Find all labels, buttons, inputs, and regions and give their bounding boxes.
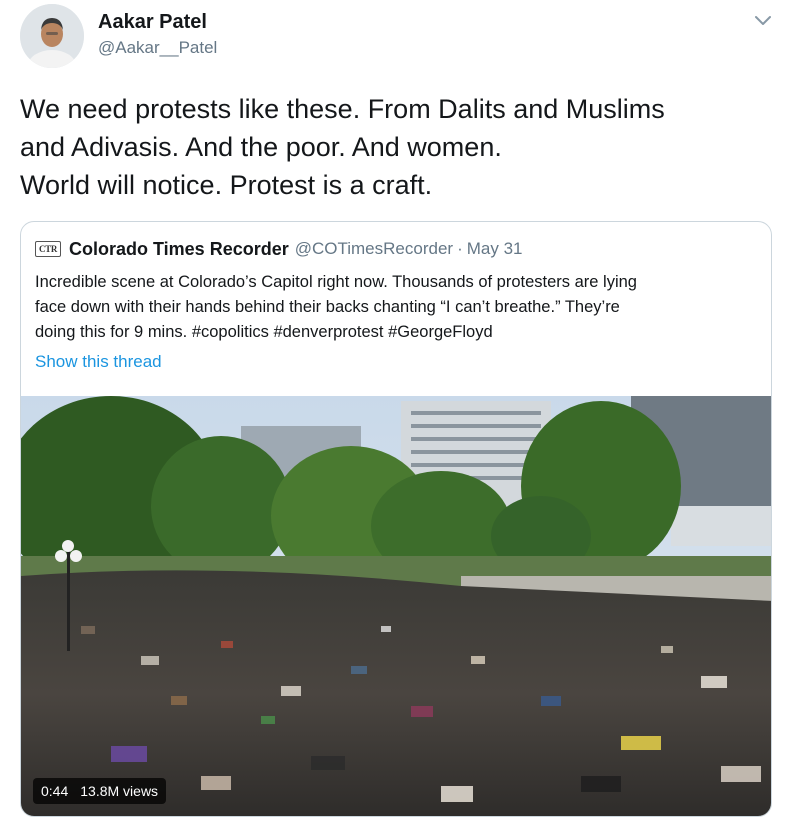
tweet-text: We need protests like these. From Dalits…: [20, 90, 780, 204]
author-info: Aakar Patel @Aakar__Patel: [98, 10, 217, 59]
dot-separator: ·: [457, 239, 463, 258]
video-stats-overlay: 0:44 13.8M views: [33, 778, 167, 804]
avatar-photo: [20, 4, 84, 68]
quoted-text-line: doing this for 9 mins. #copolitics #denv…: [35, 323, 493, 341]
quoted-text-line: Incredible scene at Colorado’s Capitol r…: [35, 273, 637, 291]
quoted-tweet-card[interactable]: CTR Colorado Times Recorder @COTimesReco…: [20, 221, 772, 817]
quoted-text-line: face down with their hands behind their …: [35, 298, 620, 316]
author-name[interactable]: Aakar Patel: [98, 10, 217, 34]
video-player[interactable]: 0:44 13.8M views: [21, 396, 771, 816]
quoted-author-name[interactable]: Colorado Times Recorder: [69, 239, 289, 260]
video-duration: 0:44: [41, 783, 69, 799]
tweet-text-line: We need protests like these. From Dalits…: [20, 94, 665, 124]
author-avatar[interactable]: [20, 4, 84, 68]
quoted-author-handle[interactable]: @COTimesRecorder: [295, 239, 453, 259]
chevron-down-icon[interactable]: [752, 12, 774, 30]
ctr-logo-icon: CTR: [35, 241, 61, 257]
tweet: Aakar Patel @Aakar__Patel We need protes…: [0, 0, 800, 824]
tweet-text-line: and Adivasis. And the poor. And women.: [20, 132, 502, 162]
author-handle[interactable]: @Aakar__Patel: [98, 37, 217, 59]
quoted-tweet-date[interactable]: May 31: [467, 239, 523, 259]
tweet-text-line: World will notice. Protest is a craft.: [20, 170, 433, 200]
show-thread-link[interactable]: Show this thread: [35, 352, 162, 372]
quoted-tweet-header: CTR Colorado Times Recorder @COTimesReco…: [35, 238, 522, 260]
video-views: 13.8M views: [80, 783, 159, 799]
quoted-tweet-text: Incredible scene at Colorado’s Capitol r…: [35, 270, 763, 345]
video-thumbnail: [21, 396, 771, 816]
